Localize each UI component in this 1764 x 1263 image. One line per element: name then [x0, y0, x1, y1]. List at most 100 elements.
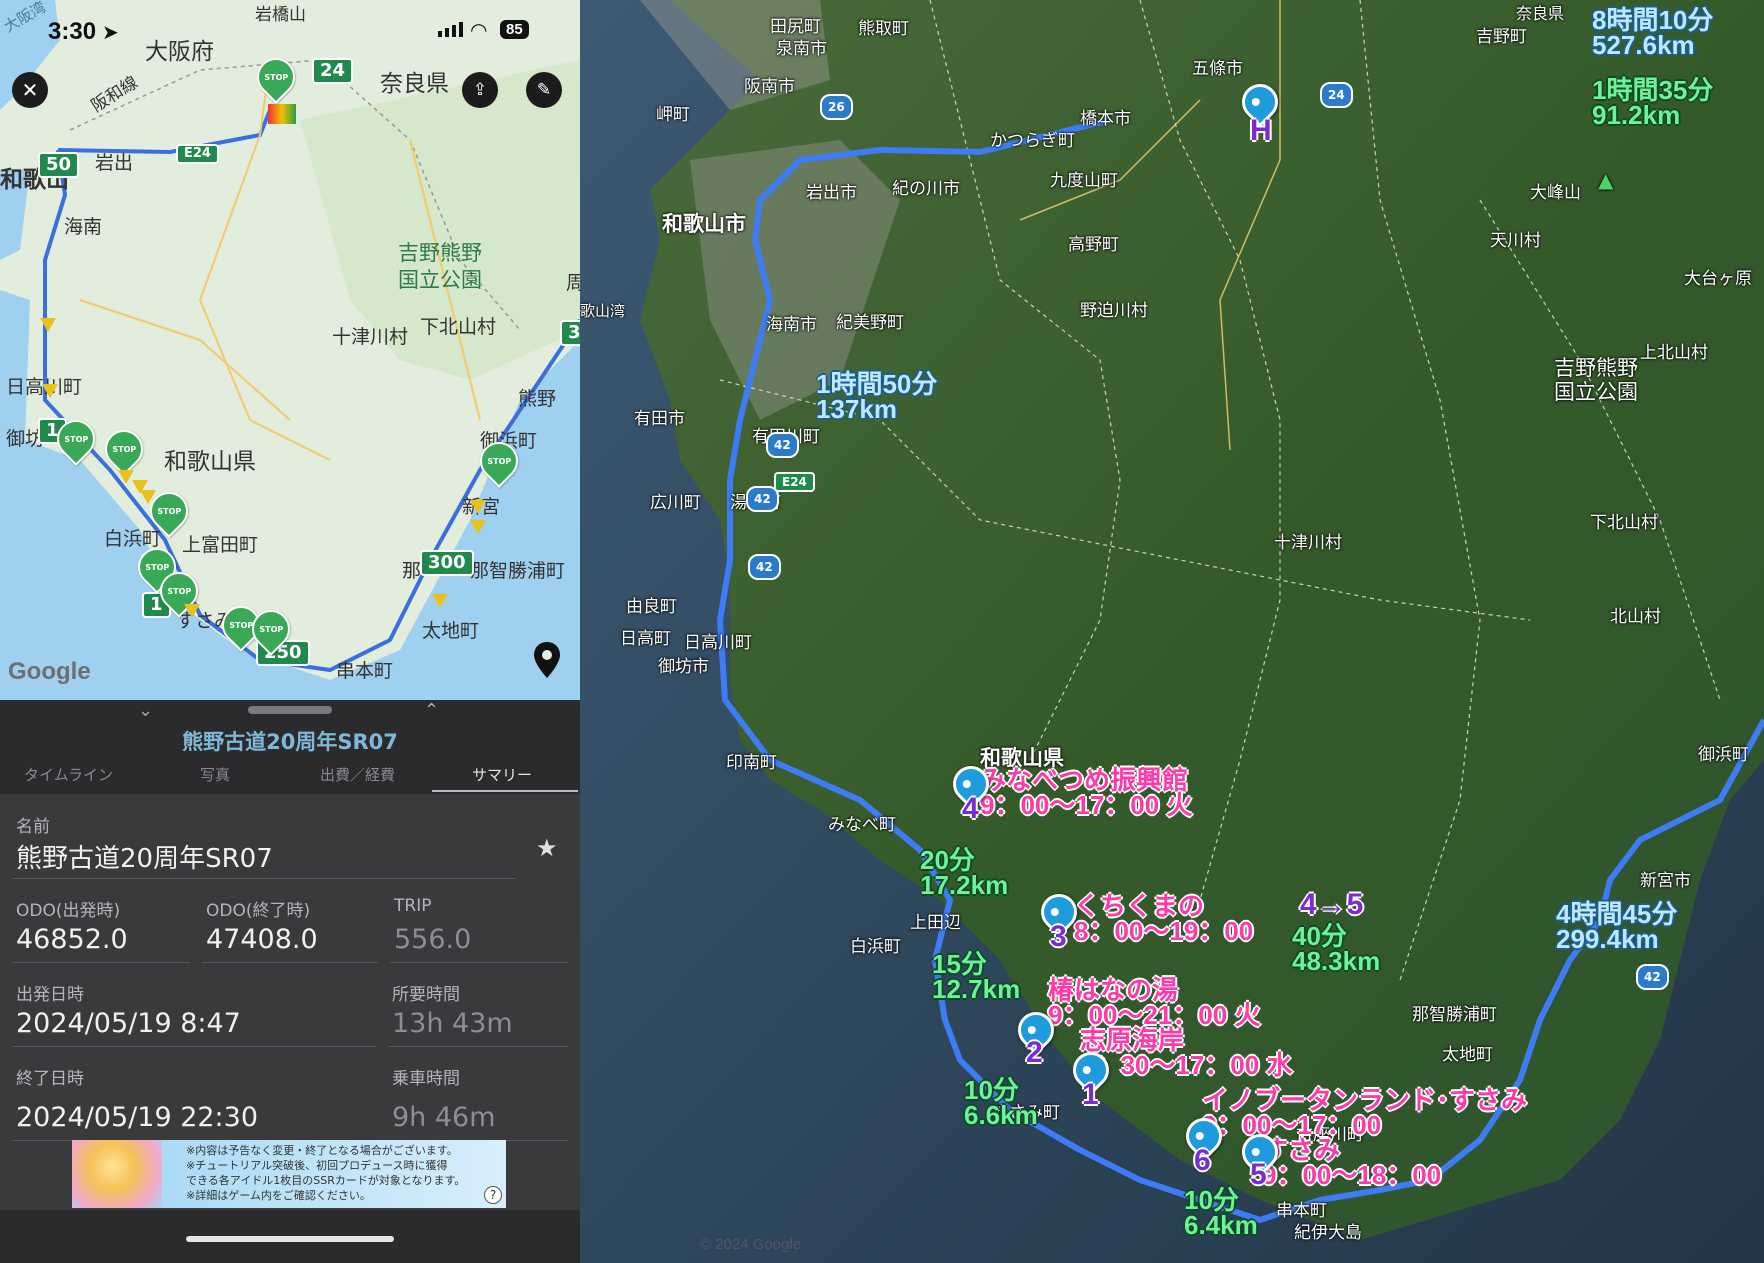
map-label: 海南 [64, 216, 103, 238]
map-label: 吉野熊野 国立公園 [398, 241, 482, 292]
map-label: 橋本市 [1080, 109, 1131, 129]
trip-label: TRIP [394, 896, 432, 916]
depart-label: 出発日時 [16, 985, 84, 1005]
ad-banner[interactable]: ※内容は予告なく変更・終了となる場合がございます。 ※チュートリアル突破後、初回… [72, 1140, 506, 1208]
map-label: 十津川村 [1274, 533, 1342, 553]
chevron-down-icon[interactable]: ⌄ [138, 700, 153, 721]
map-label: 上富田町 [182, 534, 259, 556]
leg-annotation: 10分 6.6km [964, 1075, 1038, 1130]
map-label: 下北山村 [420, 316, 497, 338]
map-label: 下北山村 [1590, 513, 1658, 533]
close-button[interactable]: ✕ [12, 72, 48, 108]
depart-field[interactable]: 2024/05/19 8:47 [16, 1008, 241, 1039]
road-shield: 26 [820, 94, 853, 120]
road-shield: 50 [38, 152, 80, 178]
poi-annotation: くちくまの 8：00〜19：00 [1074, 891, 1254, 946]
divider [12, 1046, 376, 1047]
road-shield: 24 [1320, 82, 1353, 108]
map-label: 吉野熊野 国立公園 [1554, 356, 1638, 404]
ride-label: 乗車時間 [392, 1069, 460, 1089]
phone-screenshot: 3:30 ➤ ◠ 85 ✕ ⇪ ✎ 大阪湾 岩橋山 大阪府 奈良県 阪和線 岩出… [0, 0, 580, 1263]
map-label: 那 [402, 560, 422, 582]
tab-summary[interactable]: サマリー [472, 764, 532, 785]
map-label: 印南町 [726, 753, 777, 773]
map-label: 上田辺 [910, 913, 961, 933]
mountain-icon: ▲ [1598, 168, 1614, 192]
map-label: 歌山湾 [580, 302, 626, 320]
pin-label: 1 [1082, 1078, 1099, 1111]
poi-annotation: すさみ 9：00〜18：00 [1262, 1135, 1442, 1190]
tab-bar: タイムライン 写真 出費／経費 サマリー [0, 764, 580, 792]
tab-photos[interactable]: 写真 [200, 764, 230, 785]
leg-marker: 4→5 [1300, 888, 1364, 921]
map-label: 岩橋山 [255, 5, 306, 25]
map-label: 日高川町 [684, 633, 752, 653]
map-label: 五條市 [1192, 59, 1243, 79]
poi-annotation: イノブータンランド･すさみ 9：00〜17：00 [1202, 1085, 1528, 1140]
leg-annotation: 1時間35分 91.2km [1592, 75, 1714, 130]
leg-annotation: 10分 6.4km [1184, 1185, 1258, 1240]
leg-annotation: 1時間50分 137km [816, 369, 938, 424]
star-icon[interactable]: ★ [536, 834, 558, 862]
map-label: 串本町 [336, 660, 394, 682]
map-label: 紀美野町 [836, 313, 904, 333]
ride-field: 9h 46m [392, 1102, 496, 1133]
total-route-annotation: 8時間10分 527.6km [1592, 5, 1714, 60]
location-pin-icon[interactable] [534, 642, 560, 678]
road-shield: 3 [560, 320, 580, 346]
map-label: 紀の川市 [892, 179, 960, 199]
summary-panel: 名前 熊野古道20周年SR07 ★ ODO(出発時) 46852.0 ODO(終… [0, 794, 580, 1106]
road-shield: E24 [774, 472, 815, 492]
name-label: 名前 [16, 817, 50, 837]
road-shield: 42 [766, 432, 799, 458]
map-label: 熊取町 [858, 19, 909, 39]
map-label: 大峰山 [1530, 183, 1581, 203]
poi-annotation: 志原海岸 8：30〜17：00 水 [1080, 1025, 1293, 1080]
pin-label: H [1250, 114, 1272, 147]
wifi-icon: ◠ [470, 18, 488, 42]
drag-handle[interactable] [248, 706, 332, 714]
map-label: 岬町 [656, 105, 690, 125]
map-label: 御坊市 [658, 657, 709, 677]
poi-annotation: みなべつめ振興館 9：00〜17：00 火 [980, 765, 1193, 820]
end-label: 終了日時 [16, 1069, 84, 1089]
map-label: 泉南市 [776, 39, 827, 59]
road-shield: 24 [312, 58, 354, 84]
tab-expenses[interactable]: 出費／経費 [320, 764, 395, 785]
map-label: 日高町 [620, 629, 671, 649]
map-label: 御浜町 [1698, 745, 1749, 765]
duration-label: 所要時間 [392, 985, 460, 1005]
pin-label: 3 [1050, 920, 1067, 953]
odo-start-field[interactable]: 46852.0 [16, 924, 128, 955]
divider [12, 878, 516, 879]
map-label: 広川町 [650, 493, 701, 513]
map-label: 和歌山市 [662, 212, 746, 236]
satellite-route-map[interactable]: 田尻町 熊取町 泉南市 阪南市 岬町 和歌山市 岩出市 紀の川市 かつらぎ町 橋… [580, 0, 1764, 1263]
signal-icon [438, 22, 463, 37]
name-field[interactable]: 熊野古道20周年SR07 [16, 838, 273, 875]
status-time: 3:30 [48, 18, 97, 45]
pin-label: 4 [962, 792, 979, 825]
active-tab-indicator [432, 790, 578, 792]
ad-info-icon[interactable]: ? [484, 1186, 502, 1204]
map-label: 那智勝浦町 [470, 560, 566, 582]
trip-summary-sheet: ⌄ ⌃ 熊野古道20周年SR07 タイムライン 写真 出費／経費 サマリー 名前… [0, 700, 580, 1263]
map-label: かつらぎ町 [990, 131, 1075, 151]
map-label: 太地町 [422, 620, 480, 642]
pin-label: 6 [1194, 1144, 1211, 1177]
ad-line: ※詳細はゲーム内をご確認ください。 [186, 1189, 371, 1202]
route-map[interactable]: 3:30 ➤ ◠ 85 ✕ ⇪ ✎ 大阪湾 岩橋山 大阪府 奈良県 阪和線 岩出… [0, 0, 580, 700]
map-label: 大台ヶ原 [1684, 269, 1752, 289]
end-field[interactable]: 2024/05/19 22:30 [16, 1102, 258, 1133]
map-label: 周 [566, 272, 580, 294]
ad-character-image [72, 1140, 162, 1208]
ad-text: ※内容は予告なく変更・終了となる場合がございます。 ※チュートリアル突破後、初回… [186, 1143, 465, 1203]
tab-timeline[interactable]: タイムライン [24, 764, 113, 785]
chevron-up-icon[interactable]: ⌃ [424, 700, 439, 721]
share-button[interactable]: ⇪ [462, 72, 498, 108]
odo-end-field[interactable]: 47408.0 [206, 924, 318, 955]
edit-button[interactable]: ✎ [526, 72, 562, 108]
battery-indicator: 85 [500, 20, 529, 39]
map-label: 奈良県 [1516, 4, 1565, 23]
map-label: 吉野町 [1476, 27, 1527, 47]
